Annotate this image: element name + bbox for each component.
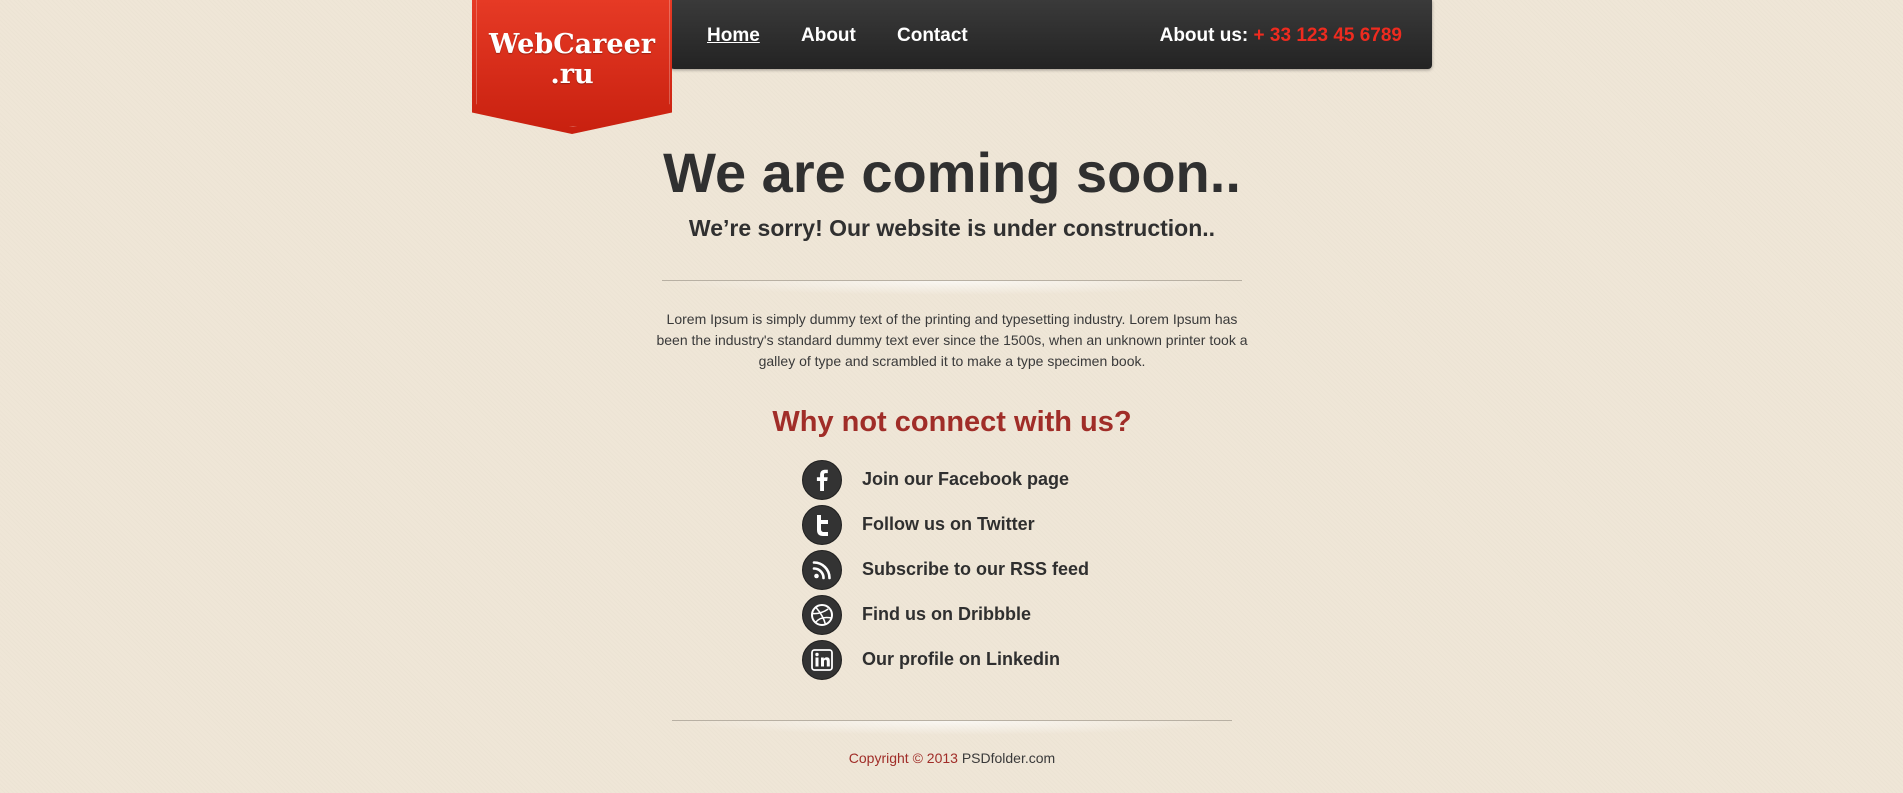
linkedin-icon [802, 640, 842, 680]
logo-line-1: WebCareer [489, 29, 655, 60]
twitter-icon [802, 505, 842, 545]
contact-label: About us: [1159, 25, 1249, 46]
nav-about-link[interactable]: About [801, 25, 856, 47]
connect-heading: Why not connect with us? [772, 406, 1132, 438]
social-label: Join our Facebook page [862, 469, 1070, 489]
page-container: Home About Contact About us: + 33 123 45… [472, 0, 1432, 793]
social-link-facebook[interactable]: Join our Facebook page [802, 460, 1202, 500]
divider-top [662, 280, 1242, 295]
logo-text: WebCareer .ru [472, 30, 672, 90]
top-navbar: Home About Contact About us: + 33 123 45… [670, 0, 1432, 69]
page-headline: We are coming soon.. [663, 141, 1241, 204]
footer-site-link[interactable]: PSDfolder.com [962, 750, 1055, 766]
social-label: Follow us on Twitter [862, 514, 1035, 534]
page-subheadline: We’re sorry! Our website is under constr… [688, 215, 1216, 241]
intro-paragraph: Lorem Ipsum is simply dummy text of the … [656, 311, 1248, 369]
site-logo[interactable]: WebCareer .ru [472, 0, 672, 134]
social-label: Our profile on Linkedin [862, 649, 1060, 669]
social-label: Subscribe to our RSS feed [862, 559, 1090, 579]
nav-home-link[interactable]: Home [707, 25, 760, 47]
contact-info: About us: + 33 123 45 6789 [1160, 25, 1402, 47]
social-link-twitter[interactable]: Follow us on Twitter [802, 505, 1202, 545]
copyright-text: Copyright © 2013 [848, 750, 958, 766]
nav-contact-link[interactable]: Contact [897, 25, 968, 47]
logo-line-2: .ru [550, 59, 594, 90]
dribbble-icon [802, 595, 842, 635]
footer-copyright: Copyright © 2013 PSDfolder.com [472, 749, 1432, 767]
social-link-rss[interactable]: Subscribe to our RSS feed [802, 550, 1202, 590]
social-label: Find us on Dribbble [862, 604, 1031, 624]
facebook-icon [802, 460, 842, 500]
phone-number: + 33 123 45 6789 [1253, 25, 1402, 46]
social-link-linkedin[interactable]: Our profile on Linkedin [802, 640, 1202, 680]
rss-icon [802, 550, 842, 590]
social-link-dribbble[interactable]: Find us on Dribbble [802, 595, 1202, 635]
divider-bottom [672, 720, 1232, 735]
